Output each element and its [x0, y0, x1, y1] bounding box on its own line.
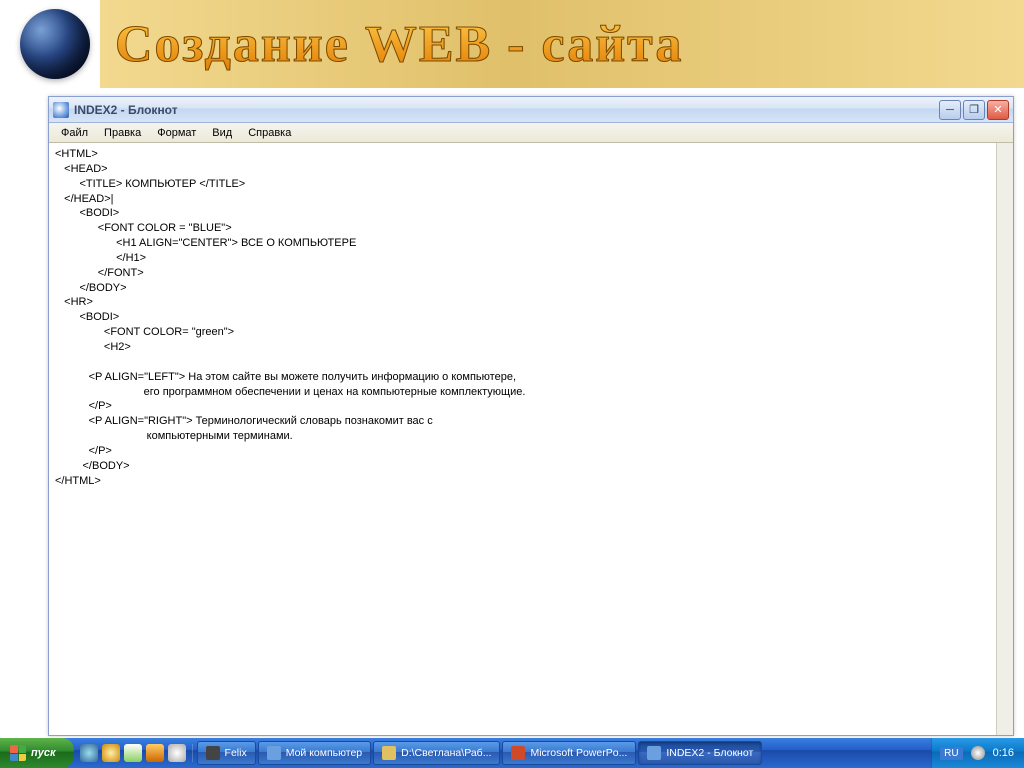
minimize-button[interactable]: ─ — [939, 100, 961, 120]
mail-icon[interactable] — [168, 744, 186, 762]
desktop-icon[interactable] — [102, 744, 120, 762]
task-item-felix[interactable]: Felix — [197, 741, 256, 765]
media-icon[interactable] — [146, 744, 164, 762]
menu-view[interactable]: Вид — [204, 125, 240, 141]
slide-title: Создание WEB - сайта — [115, 15, 683, 74]
task-label: Мой компьютер — [286, 747, 362, 759]
powerpoint-icon — [511, 746, 525, 760]
language-indicator[interactable]: RU — [940, 747, 962, 760]
notepad-icon — [53, 102, 69, 118]
text-area[interactable]: <HTML> <HEAD> <TITLE> КОМПЬЮТЕР </TITLE>… — [49, 143, 1013, 735]
notepad-window: INDEX2 - Блокнот ─ ❐ ✕ Файл Правка Форма… — [48, 96, 1014, 736]
folder-icon — [382, 746, 396, 760]
task-label: INDEX2 - Блокнот — [666, 747, 753, 759]
task-label: Felix — [225, 747, 247, 759]
text-content: <HTML> <HEAD> <TITLE> КОМПЬЮТЕР </TITLE>… — [55, 148, 525, 487]
menu-help[interactable]: Справка — [240, 125, 299, 141]
quick-launch — [74, 744, 193, 762]
menu-bar: Файл Правка Формат Вид Справка — [49, 123, 1013, 143]
system-tray: RU 0:16 — [931, 738, 1024, 768]
task-item-notepad[interactable]: INDEX2 - Блокнот — [638, 741, 762, 765]
taskbar: пуск Felix Мой компьютер D:\Светлана\Раб… — [0, 738, 1024, 768]
computer-icon — [267, 746, 281, 760]
task-item-folder[interactable]: D:\Светлана\Раб... — [373, 741, 500, 765]
menu-edit[interactable]: Правка — [96, 125, 149, 141]
app-icon[interactable] — [124, 744, 142, 762]
window-controls: ─ ❐ ✕ — [939, 100, 1009, 120]
clock[interactable]: 0:16 — [993, 747, 1014, 759]
menu-format[interactable]: Формат — [149, 125, 204, 141]
start-label: пуск — [31, 747, 56, 759]
tray-status-icon[interactable] — [971, 746, 985, 760]
start-button[interactable]: пуск — [0, 738, 74, 768]
globe-icon — [20, 9, 90, 79]
vertical-scrollbar[interactable] — [996, 143, 1013, 735]
task-items-area: Felix Мой компьютер D:\Светлана\Раб... M… — [193, 741, 932, 765]
task-item-mycomputer[interactable]: Мой компьютер — [258, 741, 371, 765]
menu-file[interactable]: Файл — [53, 125, 96, 141]
ie-icon[interactable] — [80, 744, 98, 762]
task-item-powerpoint[interactable]: Microsoft PowerPo... — [502, 741, 636, 765]
task-label: Microsoft PowerPo... — [530, 747, 627, 759]
close-button[interactable]: ✕ — [987, 100, 1009, 120]
task-label: D:\Светлана\Раб... — [401, 747, 491, 759]
slide-header-banner: Создание WEB - сайта — [0, 0, 1024, 88]
task-app-icon — [206, 746, 220, 760]
notepad-task-icon — [647, 746, 661, 760]
windows-logo-icon — [10, 745, 26, 761]
window-titlebar[interactable]: INDEX2 - Блокнот ─ ❐ ✕ — [49, 97, 1013, 123]
maximize-button[interactable]: ❐ — [963, 100, 985, 120]
window-title: INDEX2 - Блокнот — [74, 103, 939, 117]
